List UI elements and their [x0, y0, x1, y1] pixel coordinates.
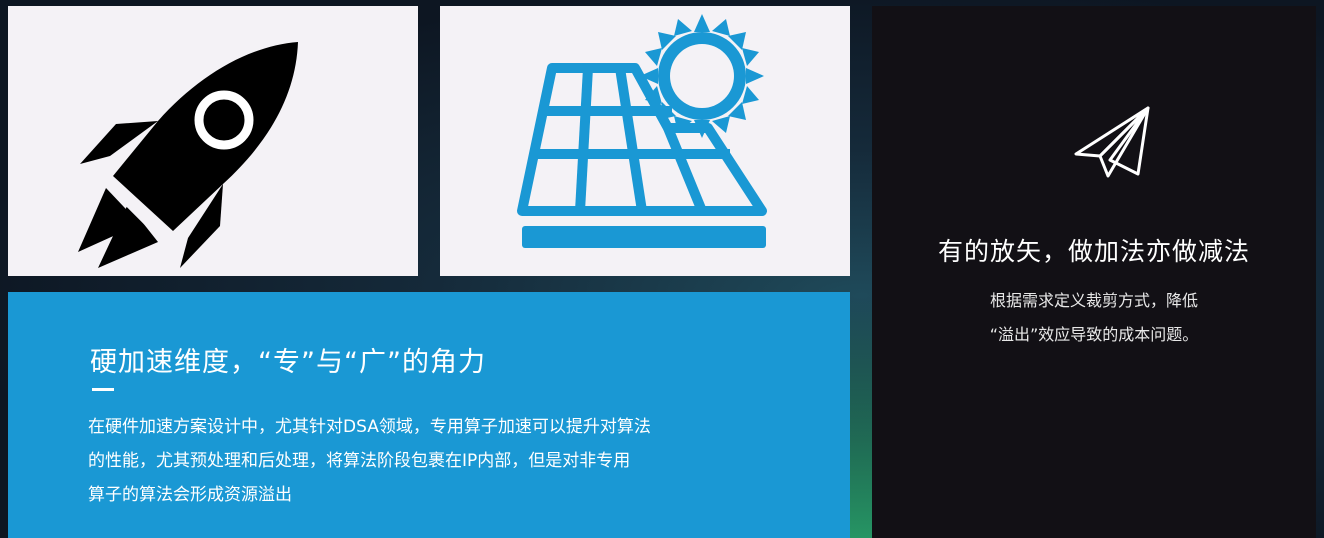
body-line: 根据需求定义裁剪方式，降低	[989, 291, 1198, 310]
hardware-acceleration-panel: 硬加速维度，“专”与“广”的角力 在硬件加速方案设计中，尤其针对DSA领域，专用…	[8, 292, 850, 538]
paper-plane-icon	[1074, 106, 1150, 178]
panel-body: 根据需求定义裁剪方式，降低 “溢出”效应导致的成本问题。	[872, 284, 1316, 352]
body-line: 算子的算法会形成资源溢出	[88, 485, 292, 505]
panel-title: 有的放矢，做加法亦做减法	[937, 237, 1250, 266]
title-divider	[92, 388, 114, 391]
rocket-icon	[78, 42, 298, 268]
rocket-tile	[8, 6, 418, 276]
panel-body: 在硬件加速方案设计中，尤其针对DSA领域，专用算子加速可以提升对算法 的性能，尤…	[88, 410, 808, 512]
solar-panel-icon	[517, 14, 767, 248]
body-line: 在硬件加速方案设计中，尤其针对DSA领域，专用算子加速可以提升对算法	[88, 417, 651, 437]
panel-title: 硬加速维度，“专”与“广”的角力	[90, 347, 486, 378]
body-line: “溢出”效应导致的成本问题。	[989, 325, 1199, 344]
strategy-panel: 有的放矢，做加法亦做减法 根据需求定义裁剪方式，降低 “溢出”效应导致的成本问题…	[872, 6, 1316, 538]
solar-tile	[440, 6, 850, 276]
body-line: 的性能，尤其预处理和后处理，将算法阶段包裹在IP内部，但是对非专用	[88, 451, 631, 471]
